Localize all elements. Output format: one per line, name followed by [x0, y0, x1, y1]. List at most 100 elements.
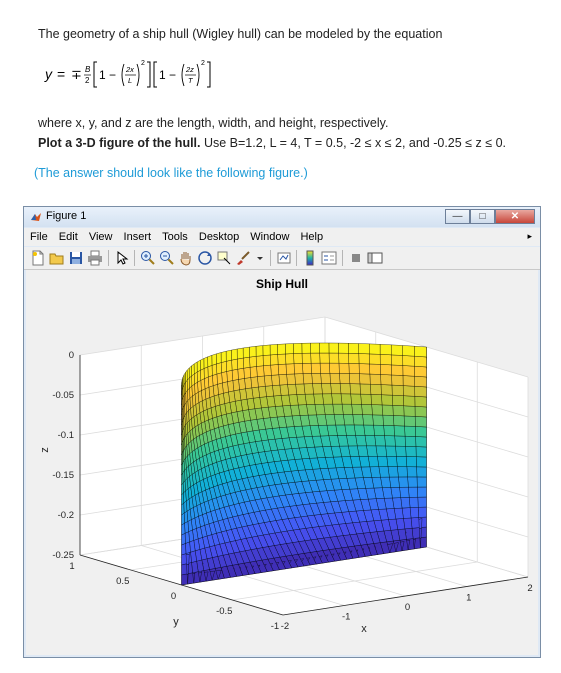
- colorbar-icon[interactable]: [302, 250, 318, 266]
- surface-patch: [393, 425, 406, 437]
- surface-patch: [403, 405, 416, 417]
- surface-patch: [187, 367, 190, 381]
- surface-patch: [369, 373, 382, 385]
- surface-patch: [402, 375, 415, 387]
- print-icon[interactable]: [87, 250, 103, 266]
- zoom-in-icon[interactable]: [140, 250, 156, 266]
- menu-file[interactable]: File: [30, 228, 48, 246]
- surface-patch: [328, 342, 339, 354]
- surface-patch: [414, 386, 427, 398]
- surface-patch: [393, 415, 405, 427]
- surface-patch: [349, 383, 361, 395]
- surface-patch: [320, 373, 331, 384]
- surface-patch: [341, 403, 353, 415]
- link-plot-icon[interactable]: [276, 250, 292, 266]
- y-tick-label: 0: [171, 591, 176, 602]
- surface-patch: [321, 383, 332, 395]
- eq-L: L: [128, 76, 132, 85]
- surface-patch: [225, 349, 232, 362]
- z-tick-label: -0.2: [58, 510, 74, 521]
- surface-patch: [270, 364, 280, 376]
- surface-patch: [323, 403, 335, 415]
- show-plot-tools-icon[interactable]: [367, 250, 383, 266]
- edit-plot-icon[interactable]: [114, 250, 130, 266]
- surface-patch: [269, 354, 279, 366]
- surface-patch: [364, 435, 377, 447]
- surface-patch: [216, 352, 222, 365]
- surface-patch: [293, 343, 303, 354]
- surface-patch: [285, 363, 295, 375]
- open-file-icon[interactable]: [49, 250, 65, 266]
- intro-text: The geometry of a ship hull (Wigley hull…: [38, 27, 443, 41]
- surface-patch: [249, 346, 257, 358]
- surface-patch: [243, 356, 251, 369]
- menu-edit[interactable]: Edit: [59, 228, 78, 246]
- menu-desktop[interactable]: Desktop: [199, 228, 239, 246]
- surface-patch: [338, 342, 349, 354]
- menu-overflow-icon[interactable]: ▸: [527, 231, 532, 242]
- x-tick-label: 0: [405, 602, 410, 613]
- toolbar-separator: [134, 250, 135, 266]
- surface-patch: [375, 445, 387, 457]
- task-text: Plot a 3-D figure of the hull. Use B=1.2…: [38, 136, 506, 150]
- zoom-out-icon[interactable]: [159, 250, 175, 266]
- surface-patch: [216, 372, 223, 385]
- surface-patch: [416, 466, 427, 478]
- title-bar[interactable]: Figure 1 — □ ✕: [24, 207, 540, 227]
- surface-patch: [200, 358, 205, 371]
- surface-patch: [216, 362, 222, 375]
- maximize-button[interactable]: □: [470, 209, 495, 224]
- brush-icon[interactable]: [235, 250, 251, 266]
- matlab-icon: [31, 213, 41, 221]
- rotate-3d-icon[interactable]: [197, 250, 213, 266]
- surface-patch: [350, 393, 362, 405]
- surface-patch: [181, 563, 188, 576]
- surface-patch: [208, 375, 214, 388]
- surface-patch: [379, 354, 392, 366]
- surface-patch: [387, 466, 399, 478]
- surface-patch: [414, 416, 427, 428]
- eq-sq-a: 2: [141, 60, 145, 67]
- new-figure-icon[interactable]: [30, 250, 46, 266]
- surface-patch: [262, 354, 271, 366]
- eq-two: 2: [85, 76, 90, 85]
- surface-patch: [374, 435, 386, 447]
- dropdown-arrow-icon[interactable]: [252, 250, 268, 266]
- surface-patch: [332, 403, 344, 415]
- minimize-button[interactable]: —: [445, 209, 470, 224]
- surface-patch: [328, 352, 340, 364]
- surface-patch: [301, 352, 312, 364]
- menu-window[interactable]: Window: [250, 228, 289, 246]
- surface-patch: [277, 363, 287, 375]
- eq-sq-b: 2: [201, 60, 205, 67]
- eq-one-a: 1: [99, 68, 106, 82]
- surface-patch: [319, 362, 331, 374]
- pan-icon[interactable]: [178, 250, 194, 266]
- task-rest: Use B=1.2, L = 4, T = 0.5, -2 ≤ x ≤ 2, a…: [200, 136, 506, 150]
- close-button[interactable]: ✕: [495, 209, 535, 224]
- surface-patch: [391, 344, 403, 356]
- surface-patch: [250, 376, 259, 389]
- surface-patch: [257, 375, 266, 388]
- surface-patch: [194, 392, 200, 405]
- surface-patch: [255, 355, 264, 367]
- surface-patch: [333, 414, 345, 426]
- surface-patch: [244, 377, 252, 389]
- surface-patch: [389, 476, 400, 488]
- surface-patch: [404, 435, 417, 447]
- menu-view[interactable]: View: [89, 228, 113, 246]
- menu-insert[interactable]: Insert: [124, 228, 152, 246]
- y-axis-title: y: [173, 616, 179, 628]
- surface-patch: [293, 353, 303, 364]
- data-cursor-icon[interactable]: [216, 250, 232, 266]
- menu-tools[interactable]: Tools: [162, 228, 188, 246]
- hide-plot-tools-icon[interactable]: [348, 250, 364, 266]
- legend-icon[interactable]: [321, 250, 337, 266]
- surface-patch: [329, 362, 340, 374]
- surface-patch: [203, 356, 208, 369]
- menu-bar: File Edit View Insert Tools Desktop Wind…: [24, 228, 540, 246]
- surface-patch: [366, 445, 378, 457]
- surface-plot[interactable]: 0-0.05-0.1-0.15-0.2-0.2510.50-0.5-1 -2-10…: [26, 270, 538, 655]
- menu-help[interactable]: Help: [300, 228, 323, 246]
- save-icon[interactable]: [68, 250, 84, 266]
